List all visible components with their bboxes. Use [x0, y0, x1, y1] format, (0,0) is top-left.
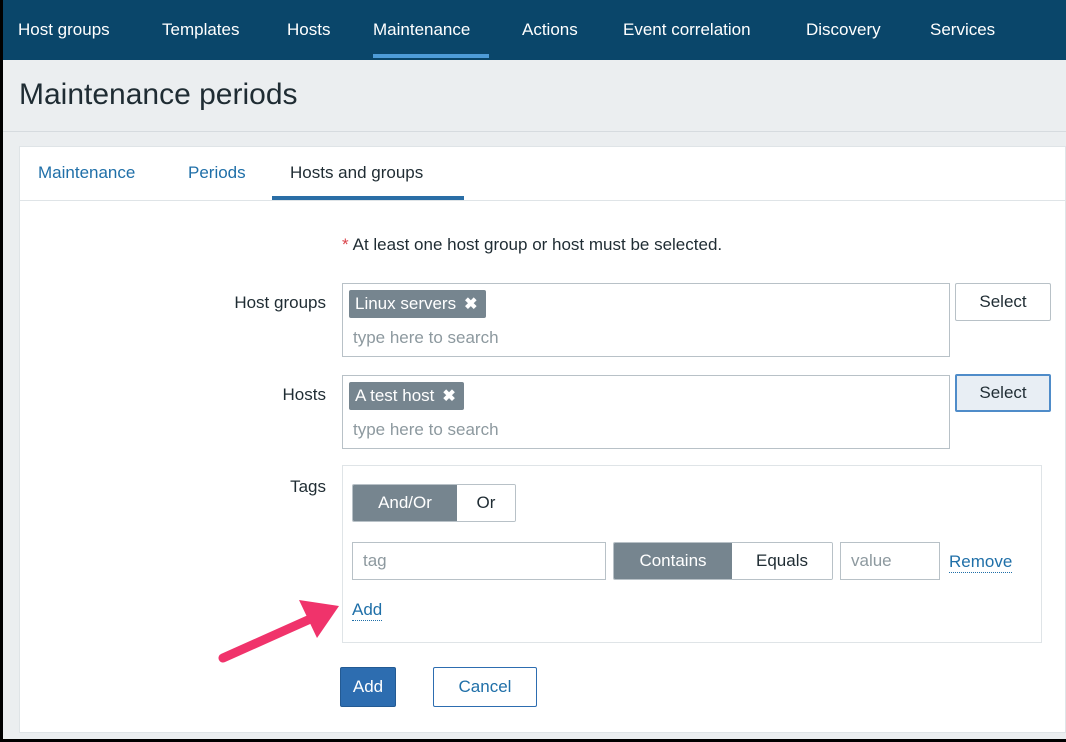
tag-operator-toggle: Contains Equals — [613, 542, 833, 580]
remove-chip-icon[interactable]: ✖ — [442, 386, 455, 406]
chip-label: A test host — [355, 386, 435, 405]
nav-item-services[interactable]: Services — [930, 0, 995, 60]
tags-label: Tags — [290, 477, 326, 496]
hosts-multiselect[interactable]: A test host ✖ — [342, 375, 950, 449]
required-note-text: At least one host group or host must be … — [352, 235, 723, 254]
required-note: * At least one host group or host must be… — [342, 235, 722, 255]
tag-value-input[interactable] — [840, 542, 940, 580]
host-groups-select-button[interactable]: Select — [955, 283, 1051, 321]
nav-item-discovery[interactable]: Discovery — [806, 0, 881, 60]
remove-chip-icon[interactable]: ✖ — [464, 294, 477, 314]
tags-container: And/Or Or Contains Equals Remove Add — [342, 465, 1042, 643]
tab-maintenance[interactable]: Maintenance — [38, 163, 135, 183]
tab-periods[interactable]: Periods — [188, 163, 246, 183]
nav-item-templates[interactable]: Templates — [162, 0, 239, 60]
host-groups-search-input[interactable] — [353, 326, 933, 350]
add-tag-link[interactable]: Add — [352, 600, 383, 621]
tags-evaltype-toggle: And/Or Or — [352, 484, 516, 522]
nav-item-actions[interactable]: Actions — [522, 0, 578, 60]
operator-contains-option[interactable]: Contains — [614, 543, 732, 579]
host-chip: A test host ✖ — [349, 382, 464, 410]
hosts-search-input[interactable] — [353, 418, 933, 442]
top-navigation: Host groups Templates Hosts Maintenance … — [3, 0, 1066, 60]
nav-item-hosts[interactable]: Hosts — [287, 0, 330, 60]
page-title: Maintenance periods — [19, 78, 298, 111]
active-tab-indicator — [272, 196, 464, 200]
tab-bar: Maintenance Periods Hosts and groups — [20, 147, 1065, 201]
cancel-button[interactable]: Cancel — [433, 667, 537, 707]
tag-name-input[interactable] — [352, 542, 606, 580]
remove-tag-link[interactable]: Remove — [949, 552, 1013, 573]
evaltype-and-or-option[interactable]: And/Or — [353, 485, 457, 521]
host-group-chip: Linux servers ✖ — [349, 290, 486, 318]
nav-item-maintenance[interactable]: Maintenance — [373, 0, 489, 60]
host-groups-multiselect[interactable]: Linux servers ✖ — [342, 283, 950, 357]
hosts-select-button[interactable]: Select — [955, 374, 1051, 412]
nav-item-event-correlation[interactable]: Event correlation — [623, 0, 751, 60]
host-groups-label: Host groups — [234, 293, 326, 312]
operator-equals-option[interactable]: Equals — [732, 543, 832, 579]
form-panel: Maintenance Periods Hosts and groups * At… — [19, 146, 1066, 733]
evaltype-or-option[interactable]: Or — [457, 485, 515, 521]
add-submit-button[interactable]: Add — [340, 667, 396, 707]
hosts-label: Hosts — [282, 385, 326, 404]
required-star: * — [342, 235, 349, 254]
app-window: Host groups Templates Hosts Maintenance … — [0, 0, 1066, 742]
chip-label: Linux servers — [355, 294, 457, 313]
tab-hosts-and-groups[interactable]: Hosts and groups — [290, 163, 423, 183]
nav-item-host-groups[interactable]: Host groups — [18, 0, 110, 60]
annotation-arrow-icon — [218, 600, 339, 663]
